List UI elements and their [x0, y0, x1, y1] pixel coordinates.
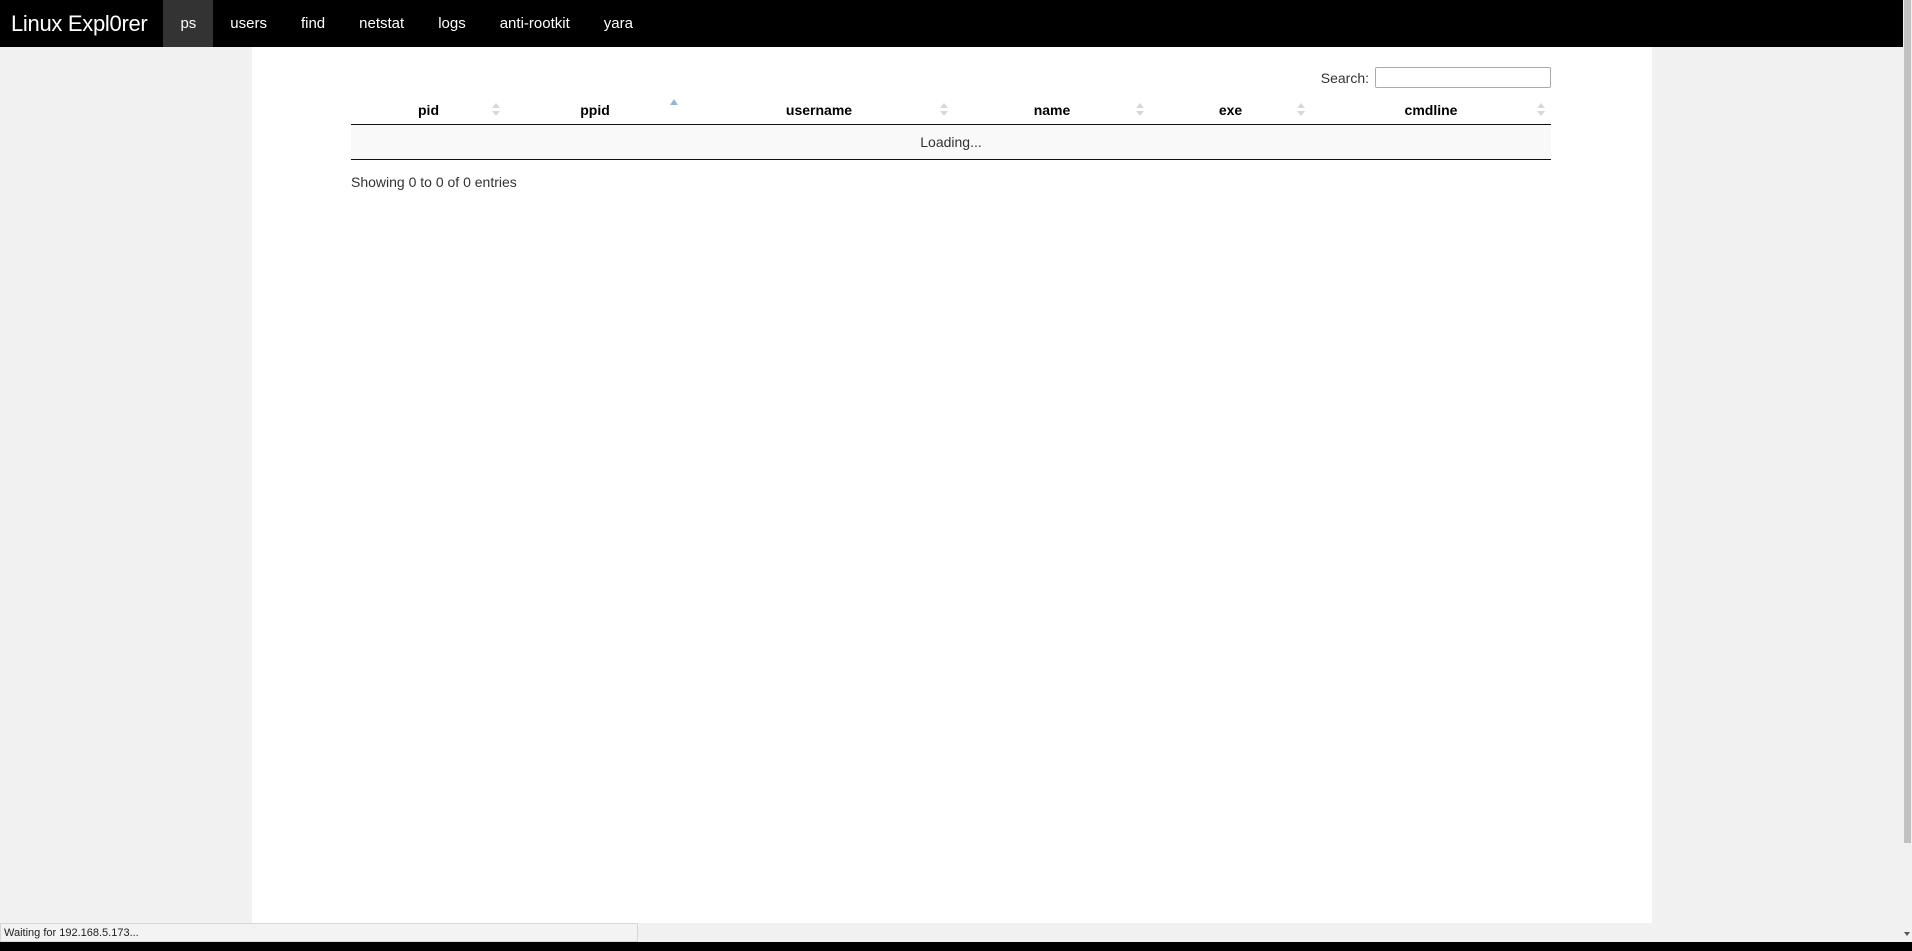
column-header-pid[interactable]: pid [351, 96, 506, 125]
main-content: Search: pid ppid username name exe cmdli… [252, 47, 1652, 923]
column-label: pid [418, 101, 439, 118]
sort-icon [1537, 103, 1545, 117]
brand-title[interactable]: Linux Expl0rer [0, 0, 163, 47]
browser-status-bar: Waiting for 192.168.5.173... [0, 923, 638, 942]
column-label: ppid [580, 101, 610, 118]
table-info: Showing 0 to 0 of 0 entries [351, 174, 517, 190]
sort-ascending-icon [670, 99, 678, 105]
search-row: Search: [252, 67, 1551, 88]
table-row: Loading... [351, 124, 1551, 160]
nav-item-yara[interactable]: yara [587, 0, 650, 47]
column-header-username[interactable]: username [684, 96, 954, 125]
column-label: name [1033, 101, 1071, 118]
sort-icon [1136, 103, 1144, 117]
table-header-row: pid ppid username name exe cmdline [351, 96, 1551, 125]
bottom-strip [0, 942, 1912, 951]
sort-icon [492, 103, 500, 117]
column-label: username [785, 101, 853, 118]
nav-item-find[interactable]: find [284, 0, 342, 47]
search-label: Search: [1320, 69, 1369, 86]
page-scrollbar[interactable] [1903, 0, 1912, 942]
column-label: cmdline [1404, 101, 1458, 118]
sort-icon [1297, 103, 1305, 117]
process-table: pid ppid username name exe cmdline Loadi… [351, 96, 1551, 160]
scroll-down-icon[interactable] [1904, 932, 1910, 936]
top-navbar: Linux Expl0rer ps users find netstat log… [0, 0, 1903, 47]
nav-item-logs[interactable]: logs [421, 0, 483, 47]
search-input[interactable] [1375, 67, 1551, 88]
nav-item-anti-rootkit[interactable]: anti-rootkit [483, 0, 587, 47]
column-label: exe [1218, 101, 1243, 118]
scrollbar-thumb[interactable] [1904, 0, 1911, 843]
sort-icon [940, 103, 948, 117]
nav-item-ps[interactable]: ps [163, 0, 214, 47]
column-header-cmdline[interactable]: cmdline [1311, 96, 1551, 125]
column-header-ppid[interactable]: ppid [506, 96, 684, 125]
loading-message: Loading... [351, 124, 1551, 160]
column-header-exe[interactable]: exe [1150, 96, 1311, 125]
nav-item-users[interactable]: users [213, 0, 284, 47]
nav-item-netstat[interactable]: netstat [342, 0, 421, 47]
column-header-name[interactable]: name [954, 96, 1150, 125]
